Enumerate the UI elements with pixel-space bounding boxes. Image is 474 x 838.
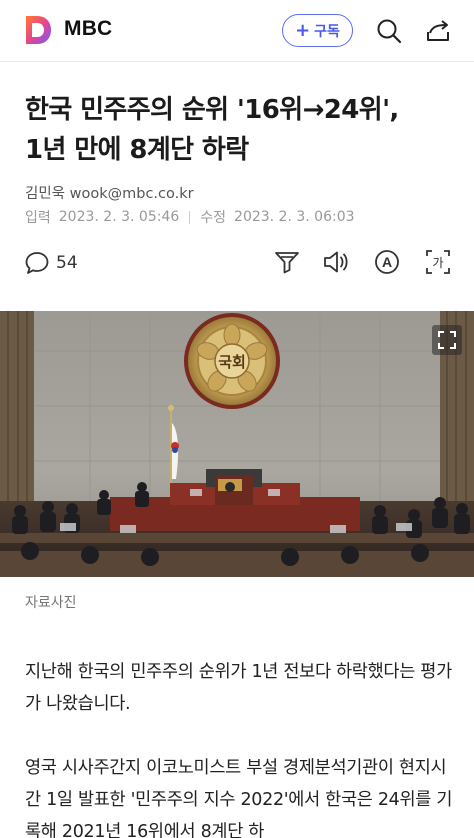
photo-caption: 자료사진 xyxy=(25,595,77,611)
translate-icon-letter: 가 xyxy=(432,256,443,270)
national-assembly-photo: 국회 xyxy=(0,311,474,577)
article-toolbar: 54 A 가 xyxy=(0,244,474,284)
title-line-1: 한국 민주주의 순위 '16위→24위', xyxy=(25,95,399,125)
published-label: 입력 xyxy=(25,210,51,226)
share-icon[interactable] xyxy=(424,17,452,45)
translate-icon[interactable]: 가 xyxy=(424,248,452,276)
comment-button[interactable]: 54 xyxy=(24,250,78,276)
title-line-2: 1년 만에 8계단 하락 xyxy=(25,135,249,165)
expand-photo-icon[interactable] xyxy=(432,325,462,355)
listen-icon[interactable] xyxy=(322,248,350,276)
published-time: 2023. 2. 3. 05:46 xyxy=(58,209,180,225)
comment-count: 54 xyxy=(56,253,78,273)
daum-logo-icon[interactable] xyxy=(24,14,52,46)
search-icon[interactable] xyxy=(375,17,403,45)
reporter-byline[interactable]: 김민욱 wook@mbc.co.kr xyxy=(25,182,194,203)
subscribe-button[interactable]: + 구독 xyxy=(282,14,353,47)
app-header: MBC + 구독 xyxy=(0,0,474,62)
article-photo[interactable]: 국회 xyxy=(0,311,474,577)
modified-label: 수정 xyxy=(200,210,227,226)
article-paragraph: 영국 시사주간지 이코노미스트 부설 경제분석기관이 현지시간 1일 발표한 '… xyxy=(25,758,453,838)
article-paragraph: 지난해 한국의 민주주의 순위가 1년 전보다 하락했다는 평가가 나왔습니다. xyxy=(25,662,452,714)
comment-icon xyxy=(25,252,49,274)
press-name[interactable]: MBC xyxy=(64,17,112,41)
modified-time: 2023. 2. 3. 06:03 xyxy=(234,209,355,225)
recommend-icon[interactable] xyxy=(273,248,301,276)
plus-icon: + xyxy=(295,19,311,41)
article-dates: 입력 2023. 2. 3. 05:46 수정 2023. 2. 3. 06:0… xyxy=(25,207,355,227)
subscribe-label: 구독 xyxy=(314,23,340,40)
font-size-icon[interactable]: A xyxy=(373,248,401,276)
emblem-text: 국회 xyxy=(218,353,246,371)
date-divider xyxy=(189,210,191,224)
font-icon-letter: A xyxy=(382,254,392,270)
article-title: 한국 민주주의 순위 '16위→24위', 1년 만에 8계단 하락 xyxy=(25,90,455,170)
